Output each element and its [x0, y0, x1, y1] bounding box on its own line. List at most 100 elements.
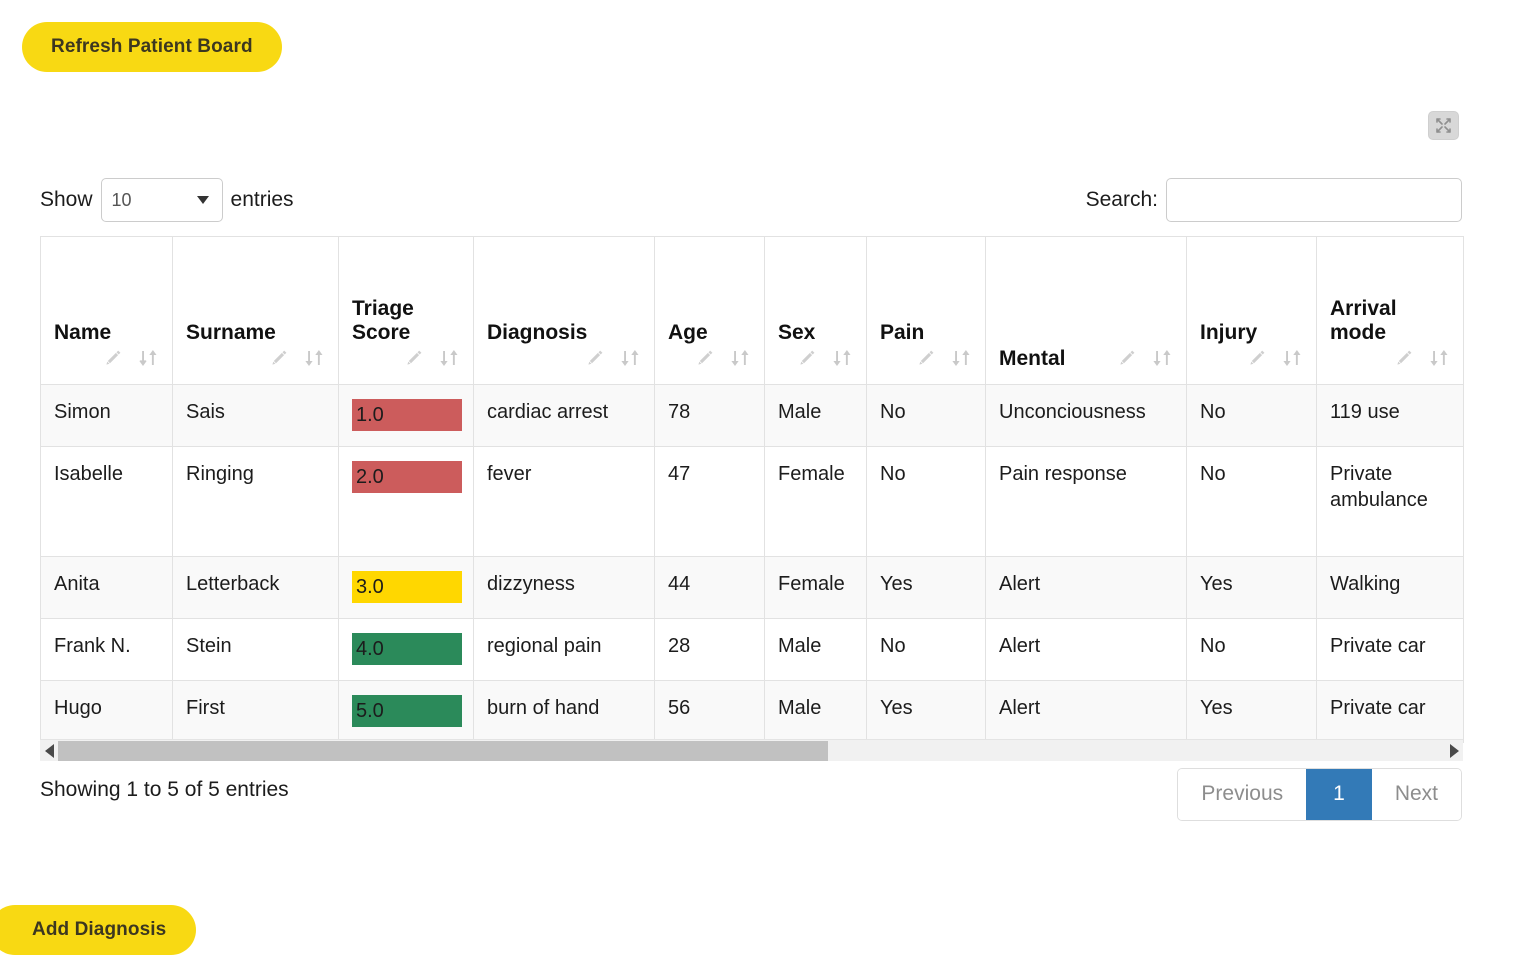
sort-arrows-icon[interactable]: [137, 347, 159, 374]
scroll-right-arrow-icon[interactable]: [1445, 740, 1463, 762]
cell-diagnosis: burn of hand: [473, 680, 655, 743]
cell-surname: Letterback: [172, 556, 339, 619]
table-info-text: Showing 1 to 5 of 5 entries: [40, 778, 289, 801]
edit-pencil-icon[interactable]: [1246, 347, 1268, 374]
sort-arrows-icon[interactable]: [831, 347, 853, 374]
table-row[interactable]: Hugo First 5.0 burn of hand 56 Male Yes …: [40, 680, 1464, 743]
table-row[interactable]: Isabelle Ringing 2.0 fever 47 Female No …: [40, 446, 1464, 557]
scrollbar-track[interactable]: [58, 740, 1445, 762]
column-header-injury[interactable]: Injury: [1186, 236, 1317, 385]
edit-pencil-icon[interactable]: [796, 347, 818, 374]
column-header-arrival-mode[interactable]: Arrival mode: [1316, 236, 1464, 385]
cell-surname: Stein: [172, 618, 339, 681]
scroll-left-arrow-icon[interactable]: [40, 740, 58, 762]
column-header-age[interactable]: Age: [654, 236, 765, 385]
cell-age: 28: [654, 618, 765, 681]
column-header-label: Sex: [778, 321, 816, 345]
cell-sex: Male: [764, 618, 867, 681]
table-row[interactable]: Anita Letterback 3.0 dizzyness 44 Female…: [40, 556, 1464, 619]
cell-sex: Male: [764, 680, 867, 743]
cell-age: 56: [654, 680, 765, 743]
fullscreen-toggle-button[interactable]: [1428, 111, 1459, 140]
column-header-label: Mental: [999, 347, 1066, 371]
cell-diagnosis: regional pain: [473, 618, 655, 681]
cell-mental: Unconciousness: [985, 384, 1187, 447]
patient-table: Name Surname Triage Score Diagnosis Age …: [40, 236, 1464, 743]
cell-surname: Ringing: [172, 446, 339, 557]
patient-table-container: Name Surname Triage Score Diagnosis Age …: [40, 236, 1464, 743]
column-header-diagnosis[interactable]: Diagnosis: [473, 236, 655, 385]
chevron-down-icon: [196, 196, 209, 204]
cell-pain: Yes: [866, 680, 986, 743]
pagination-page-1-button[interactable]: 1: [1306, 769, 1372, 820]
sort-arrows-icon[interactable]: [1281, 347, 1303, 374]
column-header-pain[interactable]: Pain: [866, 236, 986, 385]
edit-pencil-icon[interactable]: [403, 347, 425, 374]
add-diagnosis-button[interactable]: Add Diagnosis: [0, 905, 197, 955]
pagination-next-button[interactable]: Next: [1371, 769, 1461, 820]
sort-arrows-icon[interactable]: [1428, 347, 1450, 374]
cell-arrival-mode: Walking: [1316, 556, 1464, 619]
column-header-label: Name: [54, 321, 112, 345]
sort-arrows-icon[interactable]: [619, 347, 641, 374]
cell-name: Isabelle: [40, 446, 173, 557]
pagination: Previous 1 Next: [1177, 768, 1462, 821]
cell-triage-score: 4.0: [338, 618, 474, 681]
column-header-label-line1: Arrival: [1330, 296, 1397, 320]
table-header-row: Name Surname Triage Score Diagnosis Age …: [40, 236, 1464, 385]
sort-arrows-icon[interactable]: [1151, 347, 1173, 374]
column-header-sex[interactable]: Sex: [764, 236, 867, 385]
page-length-select[interactable]: 10: [100, 178, 223, 222]
pagination-previous-button[interactable]: Previous: [1178, 769, 1307, 820]
scrollbar-thumb[interactable]: [58, 740, 828, 761]
cell-injury: No: [1186, 384, 1317, 447]
column-header-mental[interactable]: Mental: [985, 236, 1187, 385]
page-length-value: 10: [111, 189, 132, 210]
cell-mental: Pain response: [985, 446, 1187, 557]
cell-pain: No: [866, 384, 986, 447]
search-input[interactable]: [1166, 178, 1462, 222]
edit-pencil-icon[interactable]: [915, 347, 937, 374]
table-row[interactable]: Frank N. Stein 4.0 regional pain 28 Male…: [40, 618, 1464, 681]
edit-pencil-icon[interactable]: [1116, 347, 1138, 374]
cell-name: Frank N.: [40, 618, 173, 681]
cell-mental: Alert: [985, 556, 1187, 619]
cell-pain: No: [866, 618, 986, 681]
sort-arrows-icon[interactable]: [729, 347, 751, 374]
cell-injury: Yes: [1186, 680, 1317, 743]
edit-pencil-icon[interactable]: [584, 347, 606, 374]
edit-pencil-icon[interactable]: [268, 347, 290, 374]
horizontal-scrollbar[interactable]: [40, 739, 1463, 761]
sort-arrows-icon[interactable]: [438, 347, 460, 374]
cell-name: Hugo: [40, 680, 173, 743]
refresh-patient-board-button[interactable]: Refresh Patient Board: [22, 22, 282, 72]
cell-arrival-mode: 119 use: [1316, 384, 1464, 447]
cell-name: Simon: [40, 384, 173, 447]
cell-diagnosis: dizzyness: [473, 556, 655, 619]
column-header-surname[interactable]: Surname: [172, 236, 339, 385]
edit-pencil-icon[interactable]: [694, 347, 716, 374]
column-header-label: Surname: [186, 321, 276, 345]
cell-triage-score: 1.0: [338, 384, 474, 447]
table-body: Simon Sais 1.0 cardiac arrest 78 Male No…: [40, 384, 1464, 743]
cell-triage-score: 5.0: [338, 680, 474, 743]
patient-board-page: Refresh Patient Board Show 10 entries Se…: [0, 0, 1536, 968]
column-header-label-line1: Triage: [352, 296, 414, 320]
cell-triage-score: 3.0: [338, 556, 474, 619]
sort-arrows-icon[interactable]: [303, 347, 325, 374]
cell-diagnosis: cardiac arrest: [473, 384, 655, 447]
column-header-label-line2: mode: [1330, 321, 1387, 345]
column-header-triage-score[interactable]: Triage Score: [338, 236, 474, 385]
triage-score-badge: 2.0: [352, 461, 462, 493]
triage-score-badge: 4.0: [352, 633, 462, 665]
column-header-label: Diagnosis: [487, 321, 588, 345]
cell-injury: Yes: [1186, 556, 1317, 619]
sort-arrows-icon[interactable]: [950, 347, 972, 374]
table-row[interactable]: Simon Sais 1.0 cardiac arrest 78 Male No…: [40, 384, 1464, 447]
cell-triage-score: 2.0: [338, 446, 474, 557]
edit-pencil-icon[interactable]: [1393, 347, 1415, 374]
column-header-label: Age: [668, 321, 708, 345]
column-header-name[interactable]: Name: [40, 236, 173, 385]
cell-injury: No: [1186, 446, 1317, 557]
edit-pencil-icon[interactable]: [102, 347, 124, 374]
